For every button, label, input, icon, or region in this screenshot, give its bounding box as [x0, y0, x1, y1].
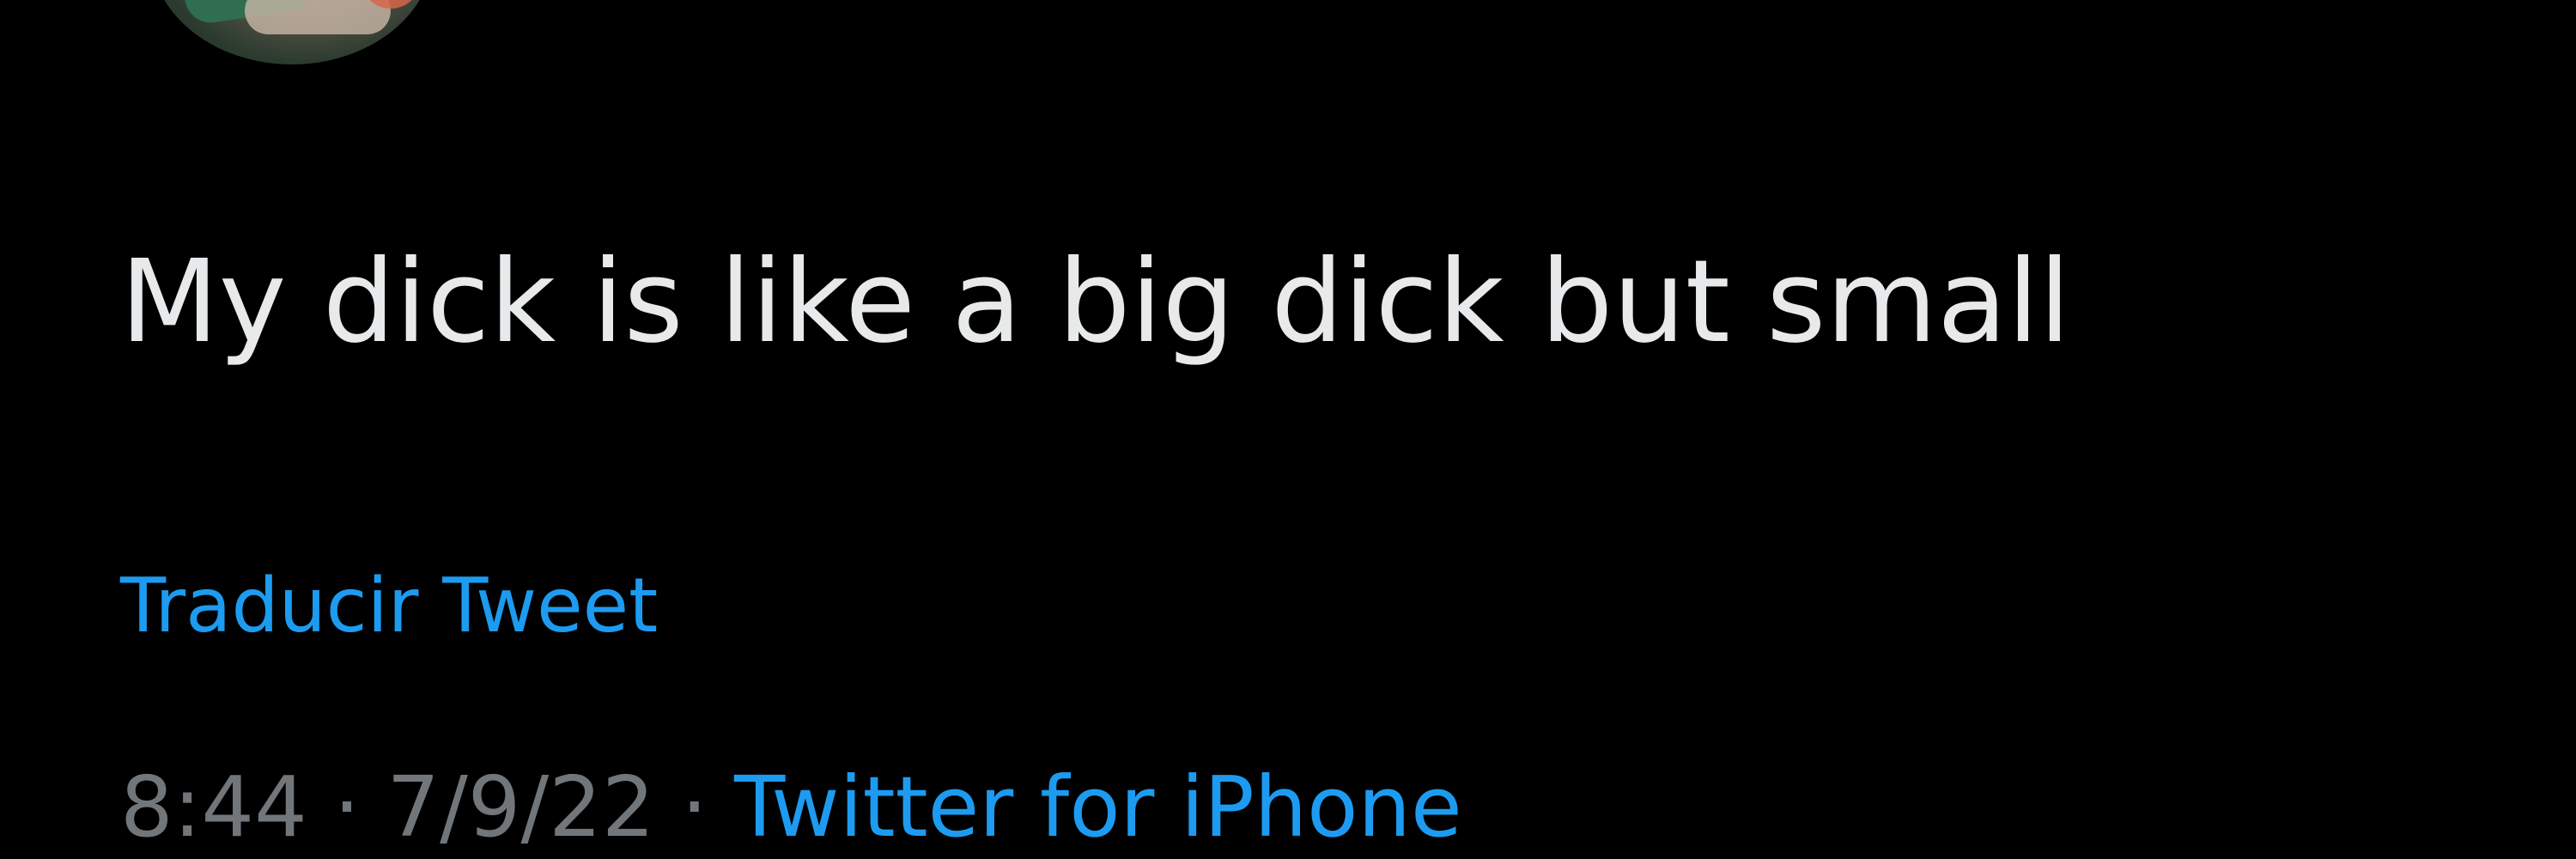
translate-tweet-link[interactable]: Traducir Tweet — [120, 558, 658, 653]
tweet-text: My dick is like a big dick but small — [120, 236, 2071, 369]
avatar-photo-detail — [245, 0, 391, 34]
meta-separator: · — [681, 758, 708, 856]
meta-separator: · — [333, 758, 361, 856]
tweet-time: 8:44 — [120, 758, 307, 856]
tweet-date: 7/9/22 — [386, 758, 655, 856]
avatar[interactable] — [150, 0, 434, 64]
tweet-metadata: 8:44 · 7/9/22 · Twitter for iPhone — [120, 756, 1462, 859]
tweet-source-link[interactable]: Twitter for iPhone — [734, 758, 1462, 856]
